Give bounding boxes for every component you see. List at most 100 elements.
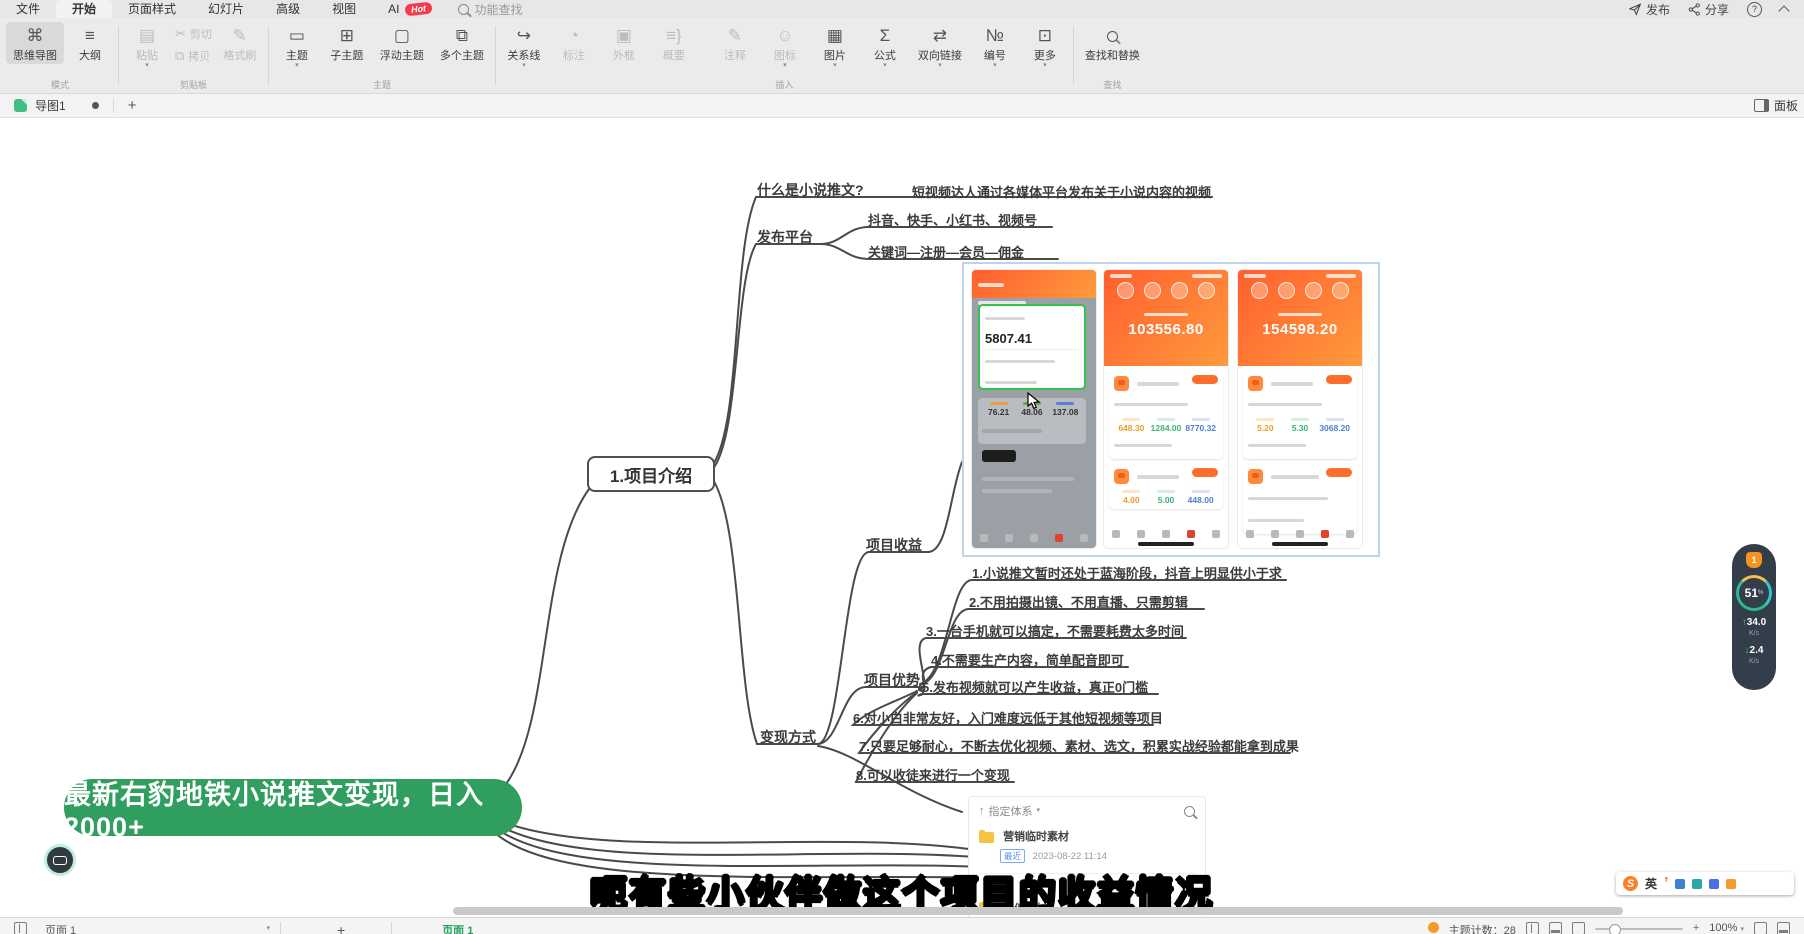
- folder-date: 2023-08-22 11:14: [1033, 851, 1107, 862]
- doc-tab-mindmap1[interactable]: 导图1: [35, 97, 66, 114]
- unsaved-dot: [92, 102, 99, 109]
- advantage-item[interactable]: 5.发布视频就可以产生收益，真正0门槛: [922, 677, 1148, 696]
- help-button[interactable]: ?: [1747, 2, 1762, 17]
- ribbon-group-clipboard: ▤ 粘贴 ▾ ✂剪切 ⧉拷贝 ✎ 格式刷 剪贴板: [123, 18, 264, 93]
- node-what-is-child[interactable]: 短视频达人通过各媒体平台发布关于小说内容的视频: [912, 182, 1211, 201]
- menu-tab-ai[interactable]: AI: [372, 0, 403, 18]
- panel-toggle[interactable]: 面板: [1774, 97, 1798, 114]
- outline-mode-button[interactable]: ≡ 大纲: [66, 22, 114, 64]
- view-rows-icon[interactable]: [1549, 922, 1562, 934]
- image-button[interactable]: ▦ 图片 ▾: [811, 22, 859, 70]
- skin-grid-icon[interactable]: [1726, 879, 1736, 889]
- branch-monetization[interactable]: 变现方式: [760, 727, 816, 747]
- collapse-ribbon-icon[interactable]: [1778, 5, 1789, 16]
- mic-icon[interactable]: [1675, 879, 1685, 889]
- zoom-slider[interactable]: [1595, 928, 1683, 930]
- floating-topic-button[interactable]: ▢ 浮动主题: [373, 22, 431, 64]
- node-platform-list[interactable]: 抖音、快手、小红书、视频号: [868, 210, 1037, 229]
- boundary-icon: ▣: [616, 25, 632, 47]
- advantage-item[interactable]: 2.不用拍摄出镜、不用直播、只需剪辑: [969, 592, 1188, 611]
- topic-button[interactable]: ▭ 主题 ▾: [273, 22, 321, 70]
- share-button[interactable]: 分享: [1688, 1, 1729, 18]
- advantage-item[interactable]: 1.小说推文暂时还处于蓝海阶段，抖音上明显供小于求: [972, 563, 1282, 582]
- mascot-icon: [1248, 469, 1263, 484]
- ime-lang-toggle[interactable]: 英: [1645, 875, 1657, 892]
- mindmap-mode-button[interactable]: ⌘ 思维导图: [6, 22, 64, 64]
- callout-button: ◔ 标注: [550, 22, 598, 64]
- relation-line-button[interactable]: ↪ 关系线 ▾: [500, 22, 548, 70]
- menu-tab-home[interactable]: 开始: [56, 0, 112, 18]
- find-replace-button[interactable]: 查找和替换: [1078, 22, 1147, 64]
- advantage-item[interactable]: 8.可以收徒来进行一个变现: [856, 765, 1010, 784]
- node-keyword-flow[interactable]: 关键词—注册—会员—佣金: [868, 242, 1024, 261]
- balance-3: 154598.20: [1238, 321, 1362, 338]
- more-button[interactable]: ⊡ 更多 ▾: [1021, 22, 1069, 70]
- formula-icon: Σ: [880, 25, 891, 47]
- root-topic-node[interactable]: 1.项目介绍: [587, 456, 715, 492]
- balance-2: 103556.80: [1104, 321, 1228, 338]
- view-fit-icon[interactable]: [1572, 922, 1585, 934]
- download-speed: ↓2.4 K/s: [1745, 646, 1764, 667]
- fullscreen-icon[interactable]: [1754, 922, 1767, 934]
- page-tab-active[interactable]: 页面 1: [442, 922, 473, 934]
- advantage-item[interactable]: 7.只要足够耐心，不断去优化视频、素材、选文，积累实战经验都能拿到成果: [859, 736, 1299, 755]
- numbering-button[interactable]: № 编号 ▾: [971, 22, 1019, 70]
- subtopic-button[interactable]: ⊞ 子主题: [323, 22, 371, 64]
- topic-icon: ▭: [289, 25, 305, 47]
- menu-tab-view[interactable]: 视图: [316, 0, 372, 18]
- folder-icon: [979, 832, 994, 843]
- map-central-topic[interactable]: 最新右豹地铁小说推文变现，日入2000+: [64, 779, 522, 836]
- view-columns-icon[interactable]: [1526, 922, 1539, 934]
- copy-button: ⧉拷贝: [175, 48, 212, 64]
- advantage-item[interactable]: 4.不需要生产内容，简单配音即可: [931, 650, 1124, 669]
- branch-platforms[interactable]: 发布平台: [757, 227, 813, 247]
- format-painter-button: ✎ 格式刷: [216, 22, 264, 64]
- group-label-find: 查找: [1078, 78, 1147, 93]
- document-tabstrip: 导图1 + 面板: [0, 94, 1804, 118]
- menu-tab-slides[interactable]: 幻灯片: [192, 0, 260, 18]
- ime-toolbar[interactable]: S 英 ’: [1616, 872, 1794, 895]
- publish-button[interactable]: 发布: [1629, 1, 1670, 18]
- ime-punct-toggle[interactable]: ’: [1664, 875, 1668, 893]
- mascot-icon: [1248, 376, 1263, 391]
- emoji-icon: ☺: [776, 25, 793, 47]
- share-label: 分享: [1705, 1, 1729, 18]
- bidirectional-link-button[interactable]: ⇄ 双向链接 ▾: [911, 22, 969, 70]
- advantage-item[interactable]: 3.一台手机就可以搞定，不需要耗费太多时间: [926, 621, 1184, 640]
- income-screenshots-image[interactable]: 5807.41 780.00 76.21 48.06 137.08: [962, 262, 1380, 557]
- map-doc-icon: [14, 99, 27, 112]
- presentation-icon[interactable]: [1777, 922, 1790, 934]
- select-mode-icon[interactable]: [14, 922, 27, 934]
- add-map-tab-button[interactable]: +: [114, 97, 151, 114]
- multiple-topic-button[interactable]: ⧉ 多个主题: [433, 22, 491, 64]
- menu-tab-advanced[interactable]: 高级: [260, 0, 316, 18]
- formula-button[interactable]: Σ 公式 ▾: [861, 22, 909, 70]
- horizontal-scrollbar[interactable]: [453, 907, 1623, 915]
- zoom-slider-handle[interactable]: [1609, 924, 1621, 934]
- function-search[interactable]: 功能查找: [458, 1, 522, 18]
- zoom-level[interactable]: 100% ▾: [1709, 922, 1744, 934]
- paper-plane-icon: [1629, 3, 1642, 16]
- toolbox-icon[interactable]: [1709, 879, 1719, 889]
- add-page-button[interactable]: +: [337, 922, 345, 934]
- floating-topic-icon: ▢: [394, 25, 410, 47]
- menu-tab-page-style[interactable]: 页面样式: [112, 0, 192, 18]
- upload-speed: ↑34.0 K/s: [1742, 618, 1766, 639]
- keyboard-icon[interactable]: [1692, 879, 1702, 889]
- advantage-item[interactable]: 6.对小白非常友好，入门难度远低于其他短视频等项目: [853, 708, 1163, 727]
- page-dropdown[interactable]: 页面 1 ▾: [45, 922, 270, 934]
- zoom-in-button[interactable]: +: [1693, 922, 1699, 934]
- branch-project-income[interactable]: 项目收益: [866, 535, 922, 555]
- network-accelerator-widget[interactable]: 1 51% ↑34.0 K/s ↓2.4 K/s: [1732, 544, 1776, 690]
- sogou-logo-icon[interactable]: S: [1623, 876, 1638, 891]
- ribbon-group-topic: ▭ 主题 ▾ ⊞ 子主题 ▢ 浮动主题 ⧉ 多个主题 主题: [273, 18, 491, 93]
- folder-name-1[interactable]: 营销临时素材: [1003, 831, 1069, 843]
- menu-tab-file[interactable]: 文件: [0, 0, 56, 18]
- boundary-button: ▣ 外框: [600, 22, 648, 64]
- branch-what-is[interactable]: 什么是小说推文?: [757, 180, 864, 200]
- callout-icon: ◔: [569, 25, 579, 47]
- branch-project-advantages[interactable]: 项目优势: [864, 670, 920, 690]
- share-icon: [1688, 3, 1701, 16]
- panel-icon: [1754, 99, 1769, 112]
- hot-badge: Hot: [405, 2, 433, 17]
